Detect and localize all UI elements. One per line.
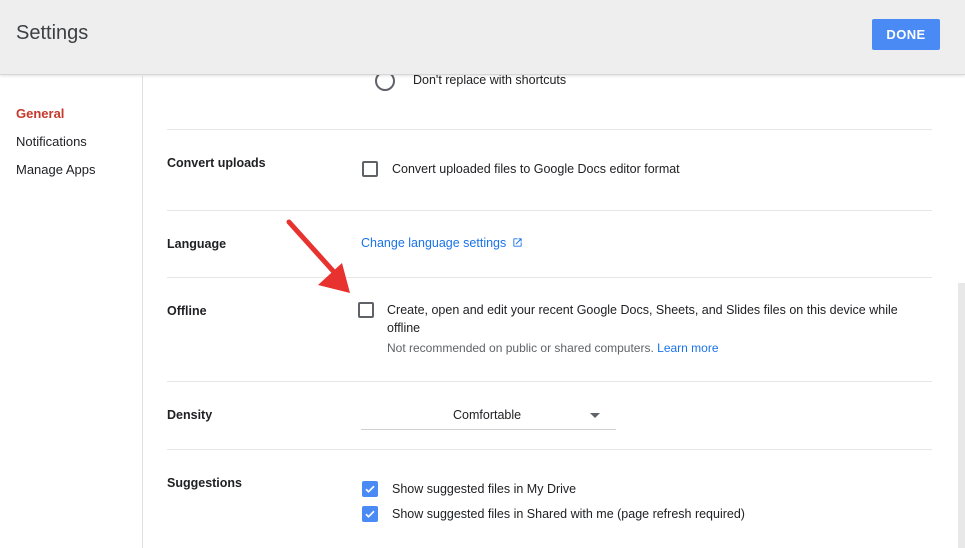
- density-label: Density: [167, 408, 213, 422]
- divider: [167, 129, 932, 130]
- convert-uploads-checkbox[interactable]: [362, 161, 378, 177]
- scrollbar[interactable]: [958, 283, 965, 548]
- suggestions-shared-label: Show suggested files in Shared with me (…: [392, 507, 745, 521]
- convert-uploads-checkbox-label: Convert uploaded files to Google Docs ed…: [392, 162, 680, 176]
- offline-note: Not recommended on public or shared comp…: [387, 341, 719, 355]
- density-dropdown-value: Comfortable: [453, 408, 522, 422]
- divider: [167, 210, 932, 211]
- offline-label: Offline: [167, 304, 207, 318]
- suggestions-shared-checkbox[interactable]: [362, 506, 378, 522]
- density-dropdown[interactable]: Comfortable: [361, 400, 616, 430]
- sidebar: General Notifications Manage Apps: [0, 76, 143, 548]
- language-label: Language: [167, 237, 227, 251]
- sidebar-item-general[interactable]: General: [16, 106, 64, 121]
- change-language-link[interactable]: Change language settings: [361, 236, 523, 250]
- sidebar-item-manage-apps[interactable]: Manage Apps: [16, 162, 96, 177]
- external-link-icon: [513, 238, 522, 247]
- suggestions-label: Suggestions: [167, 476, 243, 490]
- checkmark-icon: [365, 485, 375, 493]
- checkmark-icon: [365, 510, 375, 518]
- offline-checkbox[interactable]: [358, 302, 374, 318]
- offline-note-text: Not recommended on public or shared comp…: [387, 341, 654, 355]
- suggestions-my-drive-checkbox[interactable]: [362, 481, 378, 497]
- chevron-down-icon: [590, 413, 600, 418]
- divider: [167, 449, 932, 450]
- sidebar-item-notifications[interactable]: Notifications: [16, 134, 87, 149]
- page-title: Settings: [16, 22, 89, 44]
- shortcuts-radio-label: Don't replace with shortcuts: [413, 73, 567, 87]
- settings-header: Settings DONE: [0, 0, 965, 75]
- annotation-arrow-icon: [286, 219, 350, 293]
- divider: [167, 381, 932, 382]
- done-button[interactable]: DONE: [872, 19, 940, 50]
- offline-checkbox-label-line2: offline: [387, 321, 421, 335]
- convert-uploads-label: Convert uploads: [167, 156, 266, 170]
- suggestions-my-drive-label: Show suggested files in My Drive: [392, 482, 577, 496]
- change-language-link-text[interactable]: Change language settings: [361, 236, 506, 250]
- offline-checkbox-label-line1: Create, open and edit your recent Google…: [387, 303, 898, 317]
- learn-more-link[interactable]: Learn more: [657, 341, 718, 355]
